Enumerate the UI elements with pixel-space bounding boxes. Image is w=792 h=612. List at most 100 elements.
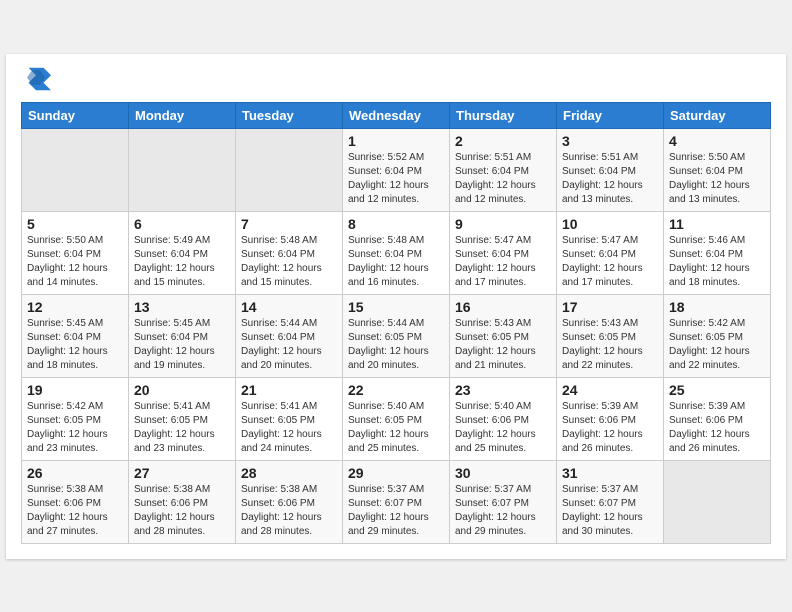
- weekday-header-tuesday: Tuesday: [236, 102, 343, 128]
- day-info: Sunrise: 5:37 AMSunset: 6:07 PMDaylight:…: [455, 483, 551, 539]
- day-info: Sunrise: 5:39 AMSunset: 6:06 PMDaylight:…: [562, 400, 658, 456]
- day-cell: 15 Sunrise: 5:44 AMSunset: 6:05 PMDayligh…: [343, 294, 450, 377]
- day-cell: 24 Sunrise: 5:39 AMSunset: 6:06 PMDayligh…: [557, 377, 664, 460]
- day-cell: 12 Sunrise: 5:45 AMSunset: 6:04 PMDayligh…: [22, 294, 129, 377]
- day-info: Sunrise: 5:49 AMSunset: 6:04 PMDaylight:…: [134, 234, 230, 290]
- day-number: 2: [455, 133, 551, 149]
- day-cell: 1Sunrise: 5:52 AMSunset: 6:04 PMDaylight…: [343, 128, 450, 211]
- day-info: Sunrise: 5:45 AMSunset: 6:04 PMDaylight:…: [27, 317, 123, 373]
- calendar-grid: SundayMondayTuesdayWednesdayThursdayFrid…: [21, 102, 771, 544]
- logo-icon: [21, 64, 51, 94]
- day-number: 23: [455, 382, 551, 398]
- day-info: Sunrise: 5:47 AMSunset: 6:04 PMDaylight:…: [562, 234, 658, 290]
- day-number: 3: [562, 133, 658, 149]
- day-number: 20: [134, 382, 230, 398]
- day-info: Sunrise: 5:50 AMSunset: 6:04 PMDaylight:…: [27, 234, 123, 290]
- week-row-4: 19 Sunrise: 5:42 AMSunset: 6:05 PMDayligh…: [22, 377, 771, 460]
- day-number: 31: [562, 465, 658, 481]
- weekday-header-monday: Monday: [129, 102, 236, 128]
- day-cell: 7 Sunrise: 5:48 AMSunset: 6:04 PMDaylight…: [236, 211, 343, 294]
- day-number: 18: [669, 299, 765, 315]
- day-cell: 25 Sunrise: 5:39 AMSunset: 6:06 PMDayligh…: [664, 377, 771, 460]
- day-cell: 3 Sunrise: 5:51 AMSunset: 6:04 PMDaylight…: [557, 128, 664, 211]
- day-cell: [22, 128, 129, 211]
- day-info: Sunrise: 5:38 AMSunset: 6:06 PMDaylight:…: [27, 483, 123, 539]
- day-info: Sunrise: 5:52 AMSunset: 6:04 PMDaylight:…: [348, 151, 444, 207]
- day-cell: 10 Sunrise: 5:47 AMSunset: 6:04 PMDayligh…: [557, 211, 664, 294]
- day-info: Sunrise: 5:51 AMSunset: 6:04 PMDaylight:…: [562, 151, 658, 207]
- day-cell: 14Sunrise: 5:44 AMSunset: 6:04 PMDayligh…: [236, 294, 343, 377]
- day-info: Sunrise: 5:37 AMSunset: 6:07 PMDaylight:…: [348, 483, 444, 539]
- logo-area: [21, 64, 55, 94]
- day-info: Sunrise: 5:41 AMSunset: 6:05 PMDaylight:…: [134, 400, 230, 456]
- day-info: Sunrise: 5:46 AMSunset: 6:04 PMDaylight:…: [669, 234, 765, 290]
- day-number: 19: [27, 382, 123, 398]
- day-cell: [236, 128, 343, 211]
- day-number: 14: [241, 299, 337, 315]
- day-number: 25: [669, 382, 765, 398]
- day-cell: 13 Sunrise: 5:45 AMSunset: 6:04 PMDayligh…: [129, 294, 236, 377]
- day-info: Sunrise: 5:43 AMSunset: 6:05 PMDaylight:…: [455, 317, 551, 373]
- weekday-header-saturday: Saturday: [664, 102, 771, 128]
- day-number: 13: [134, 299, 230, 315]
- day-info: Sunrise: 5:37 AMSunset: 6:07 PMDaylight:…: [562, 483, 658, 539]
- day-number: 6: [134, 216, 230, 232]
- day-number: 10: [562, 216, 658, 232]
- day-info: Sunrise: 5:38 AMSunset: 6:06 PMDaylight:…: [134, 483, 230, 539]
- day-number: 15: [348, 299, 444, 315]
- day-number: 12: [27, 299, 123, 315]
- day-cell: 30 Sunrise: 5:37 AMSunset: 6:07 PMDayligh…: [450, 460, 557, 543]
- day-cell: 22 Sunrise: 5:40 AMSunset: 6:05 PMDayligh…: [343, 377, 450, 460]
- day-number: 11: [669, 216, 765, 232]
- day-info: Sunrise: 5:42 AMSunset: 6:05 PMDaylight:…: [27, 400, 123, 456]
- week-row-5: 26 Sunrise: 5:38 AMSunset: 6:06 PMDayligh…: [22, 460, 771, 543]
- day-info: Sunrise: 5:44 AMSunset: 6:05 PMDaylight:…: [348, 317, 444, 373]
- day-number: 4: [669, 133, 765, 149]
- weekday-header-thursday: Thursday: [450, 102, 557, 128]
- day-cell: 29 Sunrise: 5:37 AMSunset: 6:07 PMDayligh…: [343, 460, 450, 543]
- day-number: 8: [348, 216, 444, 232]
- day-cell: 18 Sunrise: 5:42 AMSunset: 6:05 PMDayligh…: [664, 294, 771, 377]
- day-cell: 11 Sunrise: 5:46 AMSunset: 6:04 PMDayligh…: [664, 211, 771, 294]
- header-section: [21, 64, 771, 94]
- day-cell: 21Sunrise: 5:41 AMSunset: 6:05 PMDayligh…: [236, 377, 343, 460]
- week-row-3: 12 Sunrise: 5:45 AMSunset: 6:04 PMDayligh…: [22, 294, 771, 377]
- weekday-header-sunday: Sunday: [22, 102, 129, 128]
- calendar-container: SundayMondayTuesdayWednesdayThursdayFrid…: [6, 54, 786, 559]
- day-number: 29: [348, 465, 444, 481]
- day-info: Sunrise: 5:51 AMSunset: 6:04 PMDaylight:…: [455, 151, 551, 207]
- weekday-header-wednesday: Wednesday: [343, 102, 450, 128]
- week-row-1: 1Sunrise: 5:52 AMSunset: 6:04 PMDaylight…: [22, 128, 771, 211]
- day-number: 22: [348, 382, 444, 398]
- week-row-2: 5Sunrise: 5:50 AMSunset: 6:04 PMDaylight…: [22, 211, 771, 294]
- day-info: Sunrise: 5:43 AMSunset: 6:05 PMDaylight:…: [562, 317, 658, 373]
- day-cell: 20 Sunrise: 5:41 AMSunset: 6:05 PMDayligh…: [129, 377, 236, 460]
- day-info: Sunrise: 5:45 AMSunset: 6:04 PMDaylight:…: [134, 317, 230, 373]
- day-info: Sunrise: 5:47 AMSunset: 6:04 PMDaylight:…: [455, 234, 551, 290]
- day-info: Sunrise: 5:50 AMSunset: 6:04 PMDaylight:…: [669, 151, 765, 207]
- day-info: Sunrise: 5:38 AMSunset: 6:06 PMDaylight:…: [241, 483, 337, 539]
- day-number: 27: [134, 465, 230, 481]
- day-cell: 16 Sunrise: 5:43 AMSunset: 6:05 PMDayligh…: [450, 294, 557, 377]
- day-number: 16: [455, 299, 551, 315]
- day-number: 30: [455, 465, 551, 481]
- day-cell: [664, 460, 771, 543]
- day-number: 26: [27, 465, 123, 481]
- day-info: Sunrise: 5:39 AMSunset: 6:06 PMDaylight:…: [669, 400, 765, 456]
- day-number: 24: [562, 382, 658, 398]
- day-cell: 4 Sunrise: 5:50 AMSunset: 6:04 PMDaylight…: [664, 128, 771, 211]
- day-info: Sunrise: 5:40 AMSunset: 6:06 PMDaylight:…: [455, 400, 551, 456]
- day-number: 7: [241, 216, 337, 232]
- day-cell: 28Sunrise: 5:38 AMSunset: 6:06 PMDayligh…: [236, 460, 343, 543]
- day-number: 17: [562, 299, 658, 315]
- day-cell: 23 Sunrise: 5:40 AMSunset: 6:06 PMDayligh…: [450, 377, 557, 460]
- day-info: Sunrise: 5:42 AMSunset: 6:05 PMDaylight:…: [669, 317, 765, 373]
- day-cell: 26 Sunrise: 5:38 AMSunset: 6:06 PMDayligh…: [22, 460, 129, 543]
- day-info: Sunrise: 5:40 AMSunset: 6:05 PMDaylight:…: [348, 400, 444, 456]
- day-cell: 27 Sunrise: 5:38 AMSunset: 6:06 PMDayligh…: [129, 460, 236, 543]
- day-cell: 17 Sunrise: 5:43 AMSunset: 6:05 PMDayligh…: [557, 294, 664, 377]
- weekday-header-row: SundayMondayTuesdayWednesdayThursdayFrid…: [22, 102, 771, 128]
- day-info: Sunrise: 5:48 AMSunset: 6:04 PMDaylight:…: [241, 234, 337, 290]
- day-cell: 9Sunrise: 5:47 AMSunset: 6:04 PMDaylight…: [450, 211, 557, 294]
- day-cell: [129, 128, 236, 211]
